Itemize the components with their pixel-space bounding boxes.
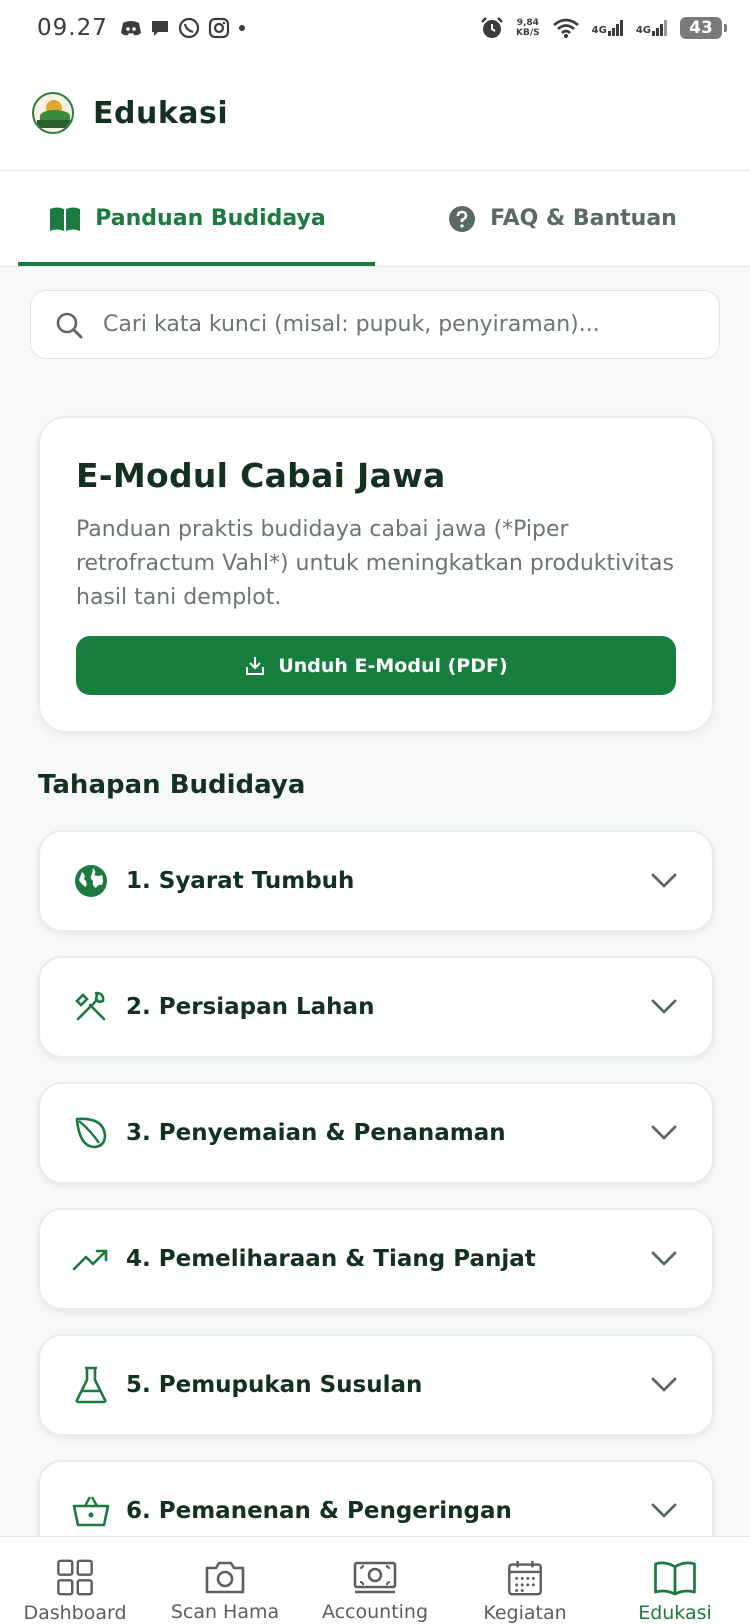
emodul-card: E-Modul Cabai Jawa Panduan praktis budid… <box>38 416 714 733</box>
tab-bar: Panduan Budidaya FAQ & Bantuan <box>0 171 750 267</box>
nav-edukasi[interactable]: Edukasi <box>600 1537 750 1624</box>
app-bar: Edukasi <box>0 56 750 171</box>
stage-item-persiapan-lahan[interactable]: 2. Persiapan Lahan <box>38 956 714 1058</box>
search-input[interactable] <box>103 312 683 337</box>
dot-icon <box>238 25 245 31</box>
instagram-icon <box>208 17 229 39</box>
stage-item-pemeliharaan[interactable]: 4. Pemeliharaan & Tiang Panjat <box>38 1208 714 1310</box>
flask-icon <box>75 1366 107 1404</box>
nav-accounting[interactable]: Accounting <box>300 1537 450 1624</box>
tab-faq-bantuan[interactable]: FAQ & Bantuan <box>375 171 750 266</box>
chevron-down-icon <box>651 999 677 1014</box>
stage-item-pemupukan-susulan[interactable]: 5. Pemupukan Susulan <box>38 1334 714 1436</box>
camera-icon <box>205 1561 245 1594</box>
battery-indicator: 43 <box>680 17 727 39</box>
bottom-navigation: Dashboard Scan Hama Accounting Kegiatan … <box>0 1536 750 1624</box>
money-icon <box>353 1561 397 1594</box>
tab-label: Panduan Budidaya <box>95 206 326 231</box>
status-bar: 09.27 9,84 KB/S 4G 4G 43 <box>0 0 750 56</box>
book-icon <box>50 207 81 231</box>
chevron-down-icon <box>651 1377 677 1392</box>
download-emodul-button[interactable]: Unduh E-Modul (PDF) <box>76 636 676 695</box>
download-button-label: Unduh E-Modul (PDF) <box>278 654 508 677</box>
chevron-down-icon <box>651 873 677 888</box>
download-icon <box>246 656 265 675</box>
tab-panduan-budidaya[interactable]: Panduan Budidaya <box>0 171 375 266</box>
stages-section-title: Tahapan Budidaya <box>38 770 306 800</box>
stage-item-syarat-tumbuh[interactable]: 1. Syarat Tumbuh <box>38 830 714 932</box>
leaf-icon <box>75 1117 107 1149</box>
signal-bars-icon <box>607 20 623 36</box>
book-icon <box>654 1561 696 1596</box>
status-time: 09.27 <box>37 15 108 41</box>
card-title: E-Modul Cabai Jawa <box>76 456 446 495</box>
cell-signal-2: 4G <box>636 20 668 36</box>
app-logo <box>32 92 74 134</box>
nav-dashboard[interactable]: Dashboard <box>0 1537 150 1624</box>
globe-icon <box>75 865 107 897</box>
signal-bars-icon <box>652 20 667 36</box>
search-icon <box>56 312 83 338</box>
basket-icon <box>72 1496 110 1527</box>
alarm-icon <box>481 17 503 38</box>
nav-scan-hama[interactable]: Scan Hama <box>150 1537 300 1624</box>
page-title: Edukasi <box>93 95 229 131</box>
whatsapp-icon <box>178 17 199 39</box>
chevron-down-icon <box>651 1125 677 1140</box>
nav-kegiatan[interactable]: Kegiatan <box>450 1537 600 1624</box>
network-speed: 9,84 KB/S <box>516 18 540 38</box>
tools-icon <box>75 991 106 1021</box>
wifi-icon <box>552 18 579 38</box>
discord-icon <box>120 21 141 36</box>
question-icon <box>449 205 476 232</box>
tab-label: FAQ & Bantuan <box>490 206 677 231</box>
chat-bubble-icon <box>151 21 168 36</box>
chevron-down-icon <box>651 1503 677 1518</box>
cell-signal-1: 4G <box>592 20 624 36</box>
grid-icon <box>57 1559 93 1596</box>
card-description: Panduan praktis budidaya cabai jawa (*Pi… <box>76 517 674 610</box>
trending-up-icon <box>72 1249 108 1271</box>
search-bar <box>30 290 720 359</box>
stage-item-penyemaian-penanaman[interactable]: 3. Penyemaian & Penanaman <box>38 1082 714 1184</box>
calendar-icon <box>508 1560 542 1596</box>
chevron-down-icon <box>651 1251 677 1266</box>
